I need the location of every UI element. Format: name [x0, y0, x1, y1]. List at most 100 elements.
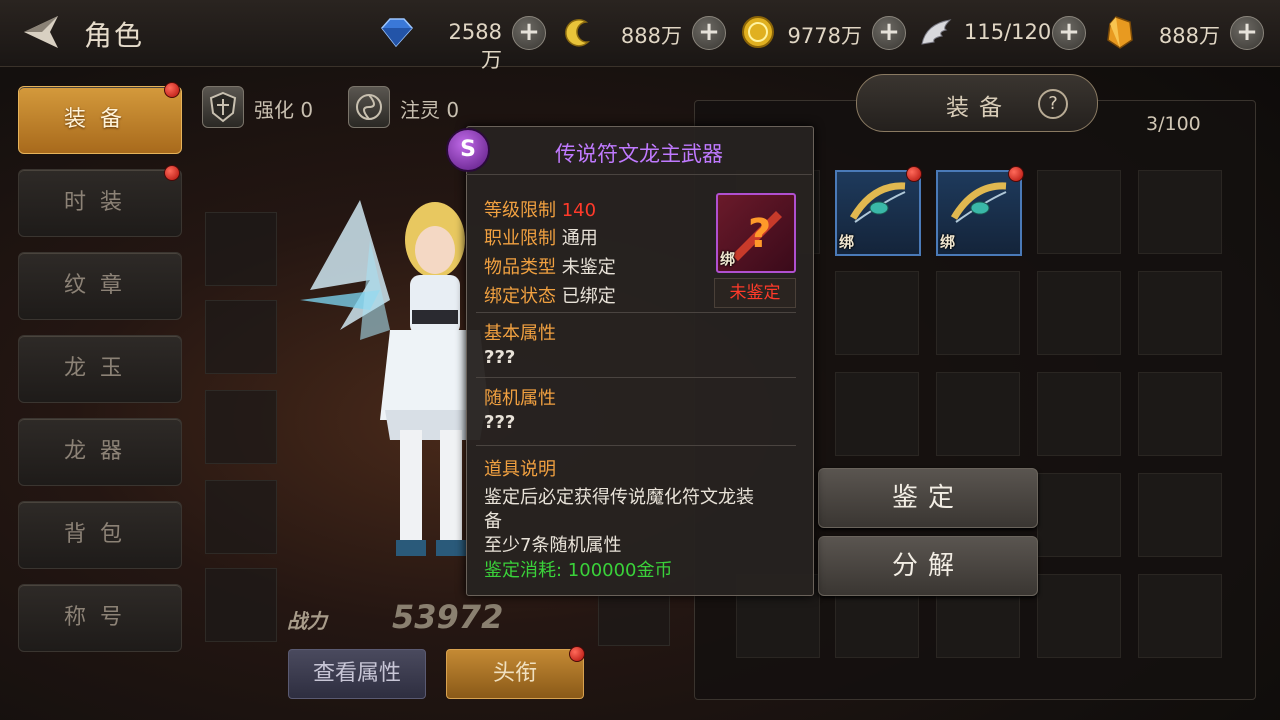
type-key: 物品类型: [484, 257, 556, 278]
sidebar-item-equipment[interactable]: 装备: [18, 86, 182, 154]
grid-slot[interactable]: [1037, 574, 1121, 658]
grid-slot[interactable]: [1138, 574, 1222, 658]
base-attributes-title: 基本属性: [484, 323, 556, 344]
unidentified-weapon-icon: ? 绑: [716, 193, 796, 273]
character-model: [300, 180, 490, 580]
notification-dot: [1008, 166, 1024, 182]
unidentified-badge: 未鉴定: [714, 278, 796, 308]
gold-coin-icon: [740, 14, 776, 50]
gloves-slot[interactable]: [205, 480, 277, 554]
sidebar-item-label: 龙器: [63, 439, 136, 464]
bow-item-slot[interactable]: 绑: [936, 170, 1022, 256]
bound-label: 绑: [839, 233, 855, 251]
power-value: 53972: [392, 598, 504, 636]
random-attributes-value: ???: [484, 412, 516, 433]
help-icon[interactable]: ?: [1038, 89, 1068, 119]
item-name: 传说符文龙主武器: [555, 142, 723, 166]
divider: [476, 445, 796, 446]
grid-slot[interactable]: [835, 372, 919, 456]
add-crescent-button[interactable]: +: [692, 16, 726, 50]
shield-icon: [202, 86, 244, 128]
class-value: 通用: [561, 228, 598, 249]
type-value: 未鉴定: [561, 257, 616, 278]
pants-slot[interactable]: [205, 390, 277, 464]
divider: [476, 312, 796, 313]
currency-value: 888万: [620, 24, 682, 48]
class-requirement: 职业限制 通用: [484, 224, 598, 250]
sidebar-item-label: 称号: [63, 605, 136, 630]
sidebar-item-label: 装备: [63, 107, 136, 132]
sidebar-item-dragon-jade[interactable]: 龙玉: [18, 335, 182, 403]
add-stamina-button[interactable]: +: [1052, 16, 1086, 50]
grid-slot[interactable]: [1037, 372, 1121, 456]
sidebar-item-label: 时装: [63, 190, 136, 215]
sidebar-item-emblem[interactable]: 纹章: [18, 252, 182, 320]
enhance-label: 强化 0: [254, 98, 314, 122]
grid-slot[interactable]: [1037, 473, 1121, 557]
level-value: 140: [561, 200, 597, 221]
sidebar-item-fashion[interactable]: 时装: [18, 169, 182, 237]
base-attributes-value: ???: [484, 347, 516, 368]
divider: [476, 377, 796, 378]
boots-slot[interactable]: [205, 568, 277, 642]
description-line: 至少7条随机属性: [484, 535, 622, 556]
notification-dot: [569, 646, 585, 662]
bow-item-slot[interactable]: 绑: [835, 170, 921, 256]
currency-diamond: 2588万 +: [378, 14, 550, 72]
crescent-icon: [560, 14, 596, 50]
bag-capacity: 3/100: [1146, 113, 1201, 135]
notification-dot: [164, 165, 180, 181]
grid-slot[interactable]: [1138, 473, 1222, 557]
sidebar-item-bag[interactable]: 背包: [18, 501, 182, 569]
class-key: 职业限制: [484, 228, 556, 249]
add-crystal-button[interactable]: +: [1230, 16, 1264, 50]
bind-key: 绑定状态: [484, 286, 556, 307]
grid-slot[interactable]: [936, 372, 1020, 456]
sidebar-item-label: 龙玉: [63, 356, 136, 381]
helmet-slot[interactable]: [205, 212, 277, 286]
title-button[interactable]: 头衔: [446, 649, 584, 699]
bound-label: 绑: [940, 233, 956, 251]
sidebar-item-title[interactable]: 称号: [18, 584, 182, 652]
view-attributes-button[interactable]: 查看属性: [288, 649, 426, 699]
enhance-button[interactable]: 强化 0: [202, 86, 332, 128]
notification-dot: [164, 82, 180, 98]
grid-slot[interactable]: [1138, 271, 1222, 355]
currency-value: 115/120: [964, 20, 1052, 44]
random-attributes-title: 随机属性: [484, 388, 556, 409]
grid-slot[interactable]: [936, 271, 1020, 355]
sidebar-item-label: 纹章: [63, 273, 136, 298]
grid-slot[interactable]: [1037, 271, 1121, 355]
currency-stamina: 115/120 +: [918, 14, 1086, 50]
grid-slot[interactable]: [1037, 170, 1121, 254]
currency-value: 2588万: [448, 20, 502, 72]
currency-gold: 9778万 +: [740, 14, 908, 50]
grid-slot[interactable]: [835, 271, 919, 355]
add-gold-button[interactable]: +: [872, 16, 906, 50]
level-key: 等级限制: [484, 200, 556, 221]
identify-cost: 鉴定消耗: 100000金币: [484, 560, 673, 581]
grid-slot[interactable]: [1138, 170, 1222, 254]
swirl-icon: [348, 86, 390, 128]
notification-dot: [906, 166, 922, 182]
bind-status: 绑定状态 已绑定: [484, 282, 616, 308]
add-diamond-button[interactable]: +: [512, 16, 546, 50]
svg-text:?: ?: [748, 211, 771, 257]
currency-crescent: 888万 +: [560, 14, 728, 50]
description-title: 道具说明: [484, 459, 556, 480]
page-title: 角色: [84, 19, 145, 52]
wing-icon: [918, 14, 954, 50]
grid-slot[interactable]: [1138, 372, 1222, 456]
back-arrow-icon[interactable]: [14, 10, 64, 54]
bind-value: 已绑定: [561, 286, 616, 307]
sidebar-item-dragon-artifact[interactable]: 龙器: [18, 418, 182, 486]
infuse-button[interactable]: 注灵 0: [348, 86, 478, 128]
bound-label: 绑: [720, 250, 736, 268]
power-label: 战力: [287, 609, 327, 633]
armor-slot[interactable]: [205, 300, 277, 374]
currency-value: 9778万: [787, 24, 862, 48]
panel-title: 装备: [946, 95, 1012, 121]
identify-button[interactable]: 鉴定: [818, 468, 1038, 528]
decompose-button[interactable]: 分解: [818, 536, 1038, 596]
amber-crystal-icon: [1102, 14, 1138, 50]
